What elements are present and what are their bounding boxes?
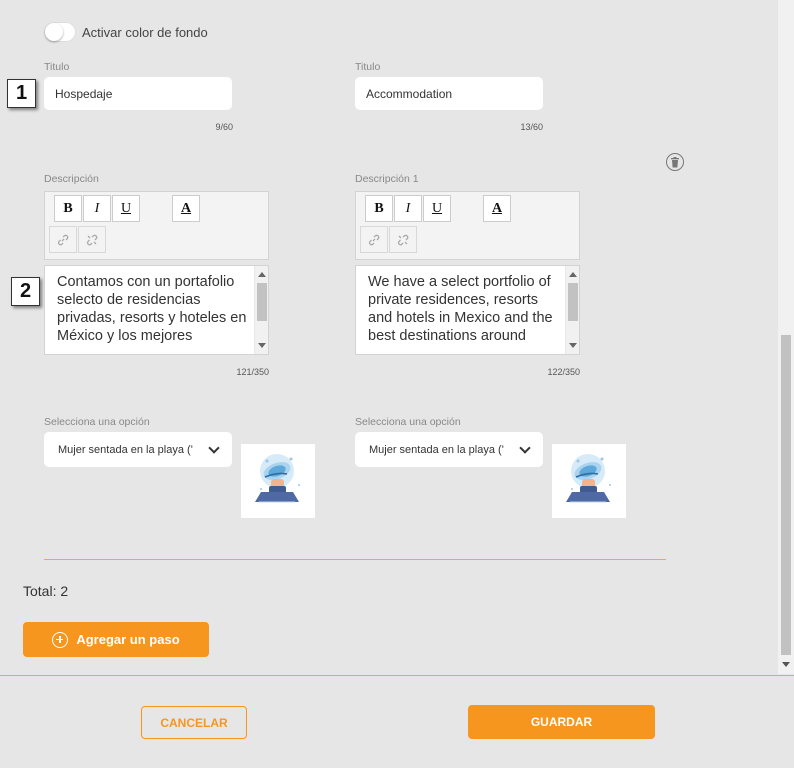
add-step-label: Agregar un paso	[76, 632, 180, 647]
background-color-toggle[interactable]	[44, 22, 76, 42]
add-step-button[interactable]: Agregar un paso	[23, 622, 209, 657]
unlink-icon[interactable]	[78, 226, 106, 253]
page-scroll-thumb[interactable]	[781, 335, 791, 655]
title-input-en[interactable]: Accommodation	[355, 77, 543, 110]
description-text-en: We have a select portfolio of private re…	[368, 274, 553, 344]
editor-scrollbar[interactable]	[254, 266, 268, 354]
link-icon[interactable]	[360, 226, 388, 253]
beach-woman-illustration	[255, 454, 300, 503]
scroll-down-icon[interactable]	[782, 662, 790, 667]
scroll-up-icon[interactable]	[258, 272, 266, 277]
title-input-es[interactable]: Hospedaje	[44, 77, 232, 110]
annotation-badge-1: 1	[7, 79, 36, 108]
italic-button[interactable]: I	[83, 195, 111, 222]
underline-button[interactable]: U	[423, 195, 451, 222]
image-preview-es	[241, 444, 315, 518]
page-scrollbar[interactable]	[778, 0, 794, 674]
description-label-en: Descripción 1	[355, 173, 419, 185]
editor-toolbar-es: B I U A	[44, 191, 269, 260]
editor-toolbar-en: B I U A	[355, 191, 580, 260]
cancel-button[interactable]: CANCELAR	[141, 706, 247, 739]
italic-button[interactable]: I	[394, 195, 422, 222]
description-label-es: Descripción	[44, 173, 99, 185]
chevron-down-icon	[519, 441, 531, 454]
unlink-icon[interactable]	[389, 226, 417, 253]
description-counter-es: 121/350	[236, 367, 269, 377]
footer-divider	[0, 675, 794, 676]
total-count: Total: 2	[23, 583, 69, 599]
link-icon[interactable]	[49, 226, 77, 253]
underline-button[interactable]: U	[112, 195, 140, 222]
select-value-en: Mujer sentada en la playa ('	[369, 443, 504, 456]
image-select-es[interactable]: Mujer sentada en la playa ('	[44, 432, 232, 467]
title-label-en: Titulo	[355, 61, 381, 73]
image-preview-en	[552, 444, 626, 518]
description-editor-es[interactable]: Contamos con un portafolio selecto de re…	[44, 265, 269, 355]
select-label-es: Selecciona una opción	[44, 416, 150, 428]
title-counter-es: 9/60	[215, 122, 233, 132]
annotation-badge-2: 2	[11, 277, 40, 306]
trash-icon[interactable]	[666, 153, 684, 171]
description-counter-en: 122/350	[547, 367, 580, 377]
bold-button[interactable]: B	[54, 195, 82, 222]
editor-scrollbar[interactable]	[565, 266, 579, 354]
scroll-thumb[interactable]	[257, 283, 267, 321]
save-button[interactable]: GUARDAR	[468, 705, 655, 739]
beach-woman-illustration	[566, 454, 611, 503]
font-color-button[interactable]: A	[483, 195, 511, 222]
toggle-knob	[45, 23, 63, 41]
bold-button[interactable]: B	[365, 195, 393, 222]
description-text-es: Contamos con un portafolio selecto de re…	[57, 274, 247, 344]
font-color-button[interactable]: A	[172, 195, 200, 222]
image-select-en[interactable]: Mujer sentada en la playa ('	[355, 432, 543, 467]
scroll-thumb[interactable]	[568, 283, 578, 321]
description-editor-en[interactable]: We have a select portfolio of private re…	[355, 265, 580, 355]
trash-glyph	[671, 156, 679, 167]
toggle-label: Activar color de fondo	[82, 25, 208, 40]
plus-circle-icon	[52, 631, 69, 648]
scroll-down-icon[interactable]	[258, 343, 266, 348]
chevron-down-icon	[208, 441, 220, 454]
scroll-down-icon[interactable]	[569, 343, 577, 348]
title-label-es: Titulo	[44, 61, 70, 73]
section-divider	[44, 559, 666, 560]
select-label-en: Selecciona una opción	[355, 416, 461, 428]
scroll-up-icon[interactable]	[569, 272, 577, 277]
title-counter-en: 13/60	[520, 122, 543, 132]
select-value-es: Mujer sentada en la playa ('	[58, 443, 193, 456]
